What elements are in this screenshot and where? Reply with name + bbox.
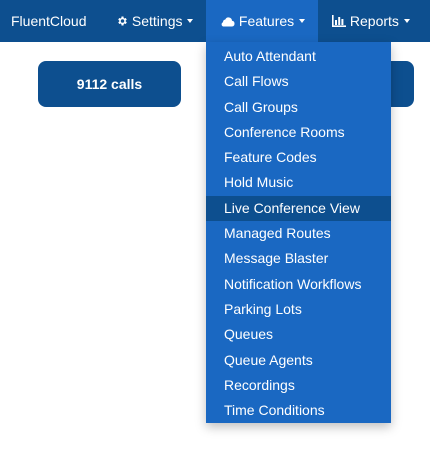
gear-icon xyxy=(118,16,127,26)
menu-item-conference-rooms[interactable]: Conference Rooms xyxy=(206,120,391,145)
menu-item-queues[interactable]: Queues xyxy=(206,322,391,347)
menu-item-auto-attendant[interactable]: Auto Attendant xyxy=(206,44,391,69)
menu-item-message-blaster[interactable]: Message Blaster xyxy=(206,246,391,271)
top-navbar: FluentCloud Settings Features Reports xyxy=(0,0,430,42)
settings-label: Settings xyxy=(131,13,183,29)
calls-count-card: 9112 calls xyxy=(38,61,181,107)
menu-item-hold-music[interactable]: Hold Music xyxy=(206,170,391,195)
cloud-icon xyxy=(221,17,235,27)
menu-item-notification-workflows[interactable]: Notification Workflows xyxy=(206,272,391,297)
menu-item-live-conference-view[interactable]: Live Conference View xyxy=(206,195,391,222)
menu-item-queue-agents[interactable]: Queue Agents xyxy=(206,348,391,373)
menu-item-call-flows[interactable]: Call Flows xyxy=(206,69,391,94)
menu-item-managed-routes[interactable]: Managed Routes xyxy=(206,221,391,246)
bar-chart-icon xyxy=(332,15,346,27)
menu-item-call-groups[interactable]: Call Groups xyxy=(206,95,391,120)
reports-label: Reports xyxy=(349,13,399,29)
caret-down-icon xyxy=(403,19,410,23)
features-menu-toggle[interactable]: Features xyxy=(206,0,318,42)
brand-link[interactable]: FluentCloud xyxy=(11,0,87,42)
menu-item-time-conditions[interactable]: Time Conditions xyxy=(206,398,391,423)
menu-item-feature-codes[interactable]: Feature Codes xyxy=(206,145,391,170)
menu-item-recordings[interactable]: Recordings xyxy=(206,373,391,398)
features-dropdown-menu: Auto Attendant Call Flows Call Groups Confe… xyxy=(206,42,391,423)
settings-menu-toggle[interactable]: Settings xyxy=(116,0,194,42)
caret-down-icon xyxy=(299,19,306,23)
menu-item-parking-lots[interactable]: Parking Lots xyxy=(206,297,391,322)
reports-menu-toggle[interactable]: Reports xyxy=(332,0,410,42)
caret-down-icon xyxy=(187,19,194,23)
features-label: Features xyxy=(238,13,295,29)
